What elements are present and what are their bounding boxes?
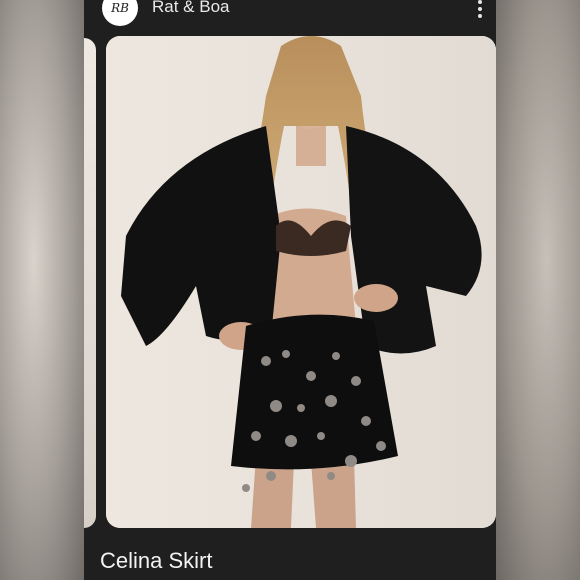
previous-photo-card[interactable] — [84, 38, 96, 528]
background-blur-left — [0, 0, 84, 580]
product-photo-illustration — [106, 36, 496, 528]
shop-logo[interactable]: RB — [102, 0, 138, 26]
shop-logo-text: RB — [111, 1, 129, 15]
product-photo[interactable] — [106, 36, 496, 528]
shop-header: RB Rat & Boa — [84, 0, 496, 30]
kebab-menu-icon[interactable] — [476, 0, 484, 18]
product-title[interactable]: Celina Skirt — [100, 548, 212, 574]
listing-screen: RB Rat & Boa Celina Skirt — [84, 0, 496, 580]
shop-name[interactable]: Rat & Boa — [152, 0, 230, 17]
background-blur-right — [496, 0, 580, 580]
